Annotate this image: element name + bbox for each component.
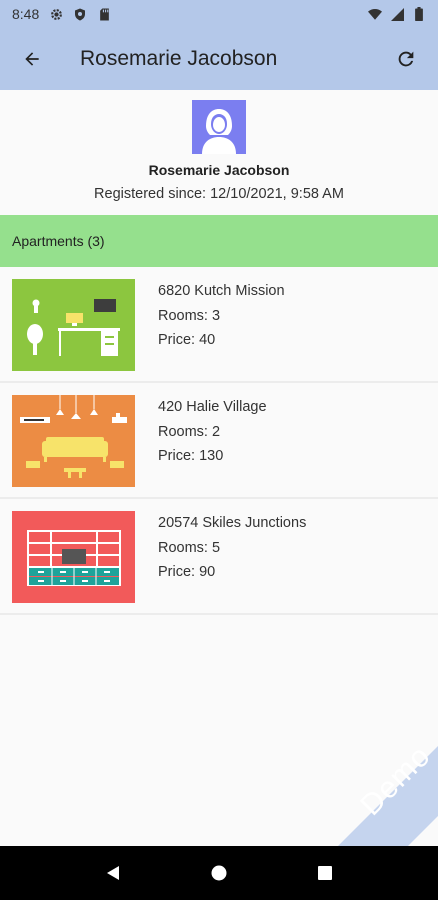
profile-section: Rosemarie Jacobson Registered since: 12/… (0, 90, 438, 215)
triangle-back-icon (107, 866, 119, 880)
demo-label: Demo (354, 739, 438, 823)
wifi-icon (368, 7, 382, 21)
apartment-thumbnail (12, 279, 135, 371)
apartment-thumbnail (12, 395, 135, 487)
nav-back-button[interactable] (93, 853, 133, 893)
apartment-info: 20574 Skiles Junctions Rooms: 5 Price: 9… (158, 511, 306, 585)
apartment-rooms: Rooms: 3 (158, 307, 221, 324)
refresh-button[interactable] (390, 43, 422, 75)
signal-icon (390, 7, 404, 21)
apartment-address: 20574 Skiles Junctions (158, 515, 307, 531)
nav-recents-button[interactable] (305, 853, 345, 893)
refresh-icon (398, 51, 414, 67)
apartment-info: 6820 Kutch Mission Rooms: 3 Price: 40 (158, 279, 285, 353)
page-title: Rosemarie Jacobson (80, 47, 278, 70)
back-button[interactable] (16, 43, 48, 75)
list-item[interactable]: 420 Halie Village Rooms: 2 Price: 130 (0, 383, 438, 499)
list-item[interactable]: 6820 Kutch Mission Rooms: 3 Price: 40 (0, 267, 438, 383)
apartment-list: 6820 Kutch Mission Rooms: 3 Price: 40 42… (0, 267, 438, 615)
avatar (192, 100, 246, 154)
status-right (368, 7, 426, 21)
apartment-info: 420 Halie Village Rooms: 2 Price: 130 (158, 395, 267, 469)
profile-name: Rosemarie Jacobson (148, 162, 290, 178)
status-left: 8:48 (12, 6, 111, 22)
app-bar: Rosemarie Jacobson (0, 28, 438, 90)
apartment-rooms: Rooms: 2 (158, 423, 221, 440)
system-nav-bar (0, 846, 438, 900)
square-recents-icon (318, 866, 332, 880)
status-bar: 8:48 (0, 0, 438, 28)
registered-since: Registered since: 12/10/2021, 9:58 AM (94, 186, 344, 202)
apartments-header: Apartments (3) (0, 215, 438, 267)
status-time: 8:48 (12, 6, 40, 22)
user-icon (202, 109, 236, 154)
shield-icon (73, 7, 87, 21)
apartment-price: Price: 130 (158, 448, 224, 464)
arrow-left-icon (25, 52, 39, 66)
apartment-price: Price: 40 (158, 332, 216, 348)
battery-icon (412, 7, 426, 21)
gear-icon (49, 7, 63, 21)
demo-ribbon: Demo (308, 716, 438, 846)
list-item[interactable]: 20574 Skiles Junctions Rooms: 5 Price: 9… (0, 499, 438, 615)
apartment-price: Price: 90 (158, 564, 216, 580)
circle-home-icon (211, 865, 227, 881)
apartment-thumbnail (12, 511, 135, 603)
apartment-rooms: Rooms: 5 (158, 539, 221, 556)
nav-home-button[interactable] (199, 853, 239, 893)
apartment-address: 420 Halie Village (158, 399, 267, 415)
sd-card-icon (97, 7, 111, 21)
apartment-address: 6820 Kutch Mission (158, 283, 285, 299)
